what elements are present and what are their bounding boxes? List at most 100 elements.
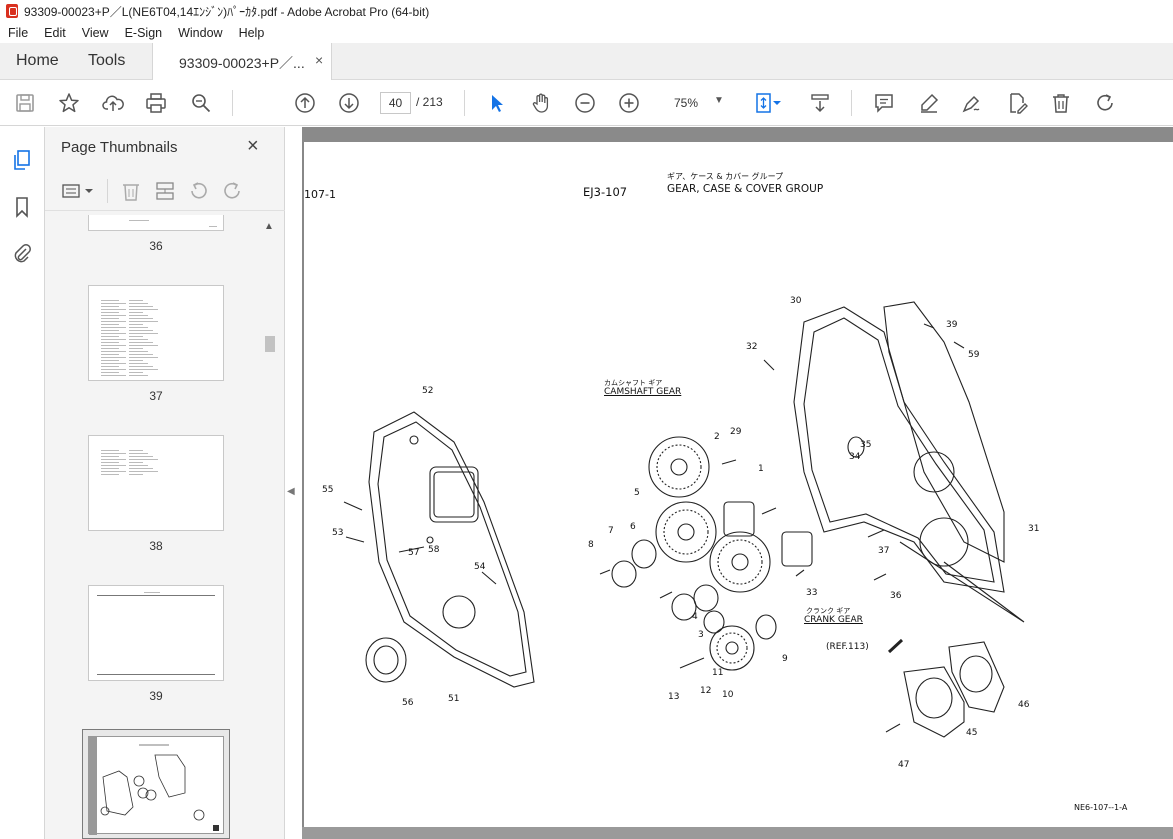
save-icon[interactable]	[13, 91, 37, 115]
thumbnail-text-line	[101, 306, 119, 307]
comment-icon[interactable]	[872, 91, 896, 115]
menu-esign[interactable]: E-Sign	[117, 26, 171, 40]
part-number: 58	[428, 545, 440, 555]
thumbnail-page[interactable]	[88, 285, 224, 381]
find-icon[interactable]	[189, 91, 213, 115]
part-number: 6	[630, 522, 636, 532]
tab-close-icon[interactable]: ×	[315, 52, 323, 68]
page-total: / 213	[416, 95, 443, 109]
thumbnail-text-line	[129, 333, 158, 334]
thumbnail-text-line	[101, 345, 126, 346]
thumbnail-text-line	[101, 357, 126, 358]
menu-view[interactable]: View	[74, 26, 117, 40]
part-number: 55	[322, 485, 334, 495]
acrobat-logo-icon	[6, 4, 18, 18]
sign-icon[interactable]	[960, 91, 984, 115]
menu-edit[interactable]: Edit	[36, 26, 74, 40]
chevron-down-icon[interactable]	[83, 180, 95, 202]
thumbnail-text-line	[129, 375, 148, 376]
menu-window[interactable]: Window	[170, 26, 230, 40]
thumbnail-text-line	[101, 315, 126, 316]
part-number: 8	[588, 540, 594, 550]
thumbnail-text-line	[101, 303, 126, 304]
tab-tools[interactable]: Tools	[88, 52, 125, 70]
print-icon[interactable]	[144, 91, 168, 115]
part-number: 47	[898, 760, 910, 770]
menu-help[interactable]: Help	[231, 26, 273, 40]
part-number: 9	[782, 654, 788, 664]
close-panel-icon[interactable]: ×	[247, 135, 259, 158]
tab-document[interactable]: 93309-00023+P／... ×	[152, 43, 332, 80]
tab-home[interactable]: Home	[16, 52, 59, 70]
next-page-icon[interactable]	[337, 91, 361, 115]
hand-icon[interactable]	[529, 91, 553, 115]
thumbnail-text-line	[101, 336, 119, 337]
document-viewport[interactable]: 107-1 EJ3-107 ギア、ケース & カバー グループ GEAR, CA…	[302, 127, 1173, 839]
part-number: 7	[608, 526, 614, 536]
zoom-value: 75%	[674, 96, 699, 110]
thumbnail-text-line	[129, 462, 143, 463]
highlight-icon[interactable]	[917, 91, 941, 115]
thumbnail-text-line	[129, 465, 148, 466]
thumbnail-text-line	[129, 351, 148, 352]
zoom-out-icon[interactable]	[573, 91, 597, 115]
rotate-left-icon[interactable]	[188, 180, 210, 202]
thumbnail-text-line	[129, 459, 158, 460]
scroll-up-icon[interactable]: ▲	[264, 221, 274, 232]
rotate-right-icon[interactable]	[221, 180, 243, 202]
part-number: 12	[700, 686, 712, 696]
part-number: 53	[332, 528, 344, 538]
menu-file[interactable]: File	[0, 26, 36, 40]
thumbnail-text-line	[101, 465, 126, 466]
thumbnail-page[interactable]	[88, 215, 224, 231]
upload-icon[interactable]	[101, 91, 125, 115]
page-thumbnails-icon[interactable]	[10, 148, 34, 172]
thumbnail-page[interactable]	[88, 435, 224, 531]
menu-bar: File Edit View E-Sign Window Help	[0, 22, 1173, 43]
thumbnail-text-line	[129, 303, 148, 304]
delete-page-icon[interactable]	[120, 180, 142, 202]
extract-page-icon[interactable]	[154, 180, 176, 202]
thumbnail-text-line	[129, 315, 148, 316]
star-icon[interactable]	[57, 91, 81, 115]
prev-page-icon[interactable]	[293, 91, 317, 115]
thumbnail-text-line	[129, 342, 153, 343]
scroll-mode-icon[interactable]	[808, 91, 832, 115]
thumbnail-page[interactable]	[88, 585, 224, 681]
fit-page-chevron-icon[interactable]	[771, 91, 783, 115]
part-number: 13	[668, 692, 680, 702]
thumbnail-text-line	[129, 366, 153, 367]
thumbnail-text-line	[101, 462, 119, 463]
part-number: 11	[712, 668, 724, 678]
rotate-icon[interactable]	[1093, 91, 1117, 115]
zoom-in-icon[interactable]	[617, 91, 641, 115]
select-icon[interactable]	[485, 91, 509, 115]
thumbnail-options-icon[interactable]	[61, 180, 83, 202]
previous-page-edge	[302, 127, 1173, 142]
page-number-input[interactable]: 40	[380, 92, 411, 114]
part-number: 5	[634, 488, 640, 498]
thumbnail-text-line	[101, 351, 126, 352]
thumbnail-text-line	[101, 348, 119, 349]
thumbnail-text-line	[129, 339, 148, 340]
scrollbar-thumb[interactable]	[265, 336, 275, 352]
bookmark-icon[interactable]	[10, 195, 34, 219]
part-number: 34	[849, 452, 861, 462]
part-number: 2	[714, 432, 720, 442]
attachment-icon[interactable]	[10, 241, 34, 265]
thumbnail-text-line	[129, 336, 143, 337]
next-page-edge	[302, 827, 1173, 839]
zoom-dropdown[interactable]: 75% ▼	[662, 93, 730, 115]
window-title: 93309-00023+P／L(NE6T04,14ｴﾝｼﾞﾝ)ﾊﾟｰｶﾀ.pdf…	[24, 4, 430, 19]
part-number: 39	[946, 320, 958, 330]
thumbnail-page-selected[interactable]	[82, 729, 230, 839]
collapse-panel-icon[interactable]: ◀	[287, 486, 295, 497]
toolbar-separator	[232, 90, 233, 116]
main-toolbar: 40 / 213 75% ▼	[0, 80, 1173, 126]
thumbnails-scrollbar[interactable]: ▲	[263, 221, 277, 839]
thumbnail-text-line	[129, 348, 143, 349]
edit-icon[interactable]	[1005, 91, 1029, 115]
delete-icon[interactable]	[1049, 91, 1073, 115]
thumbnails-panel: Page Thumbnails × 36 37 38 39 ▲	[45, 127, 285, 839]
thumbnail-text-line	[101, 474, 119, 475]
